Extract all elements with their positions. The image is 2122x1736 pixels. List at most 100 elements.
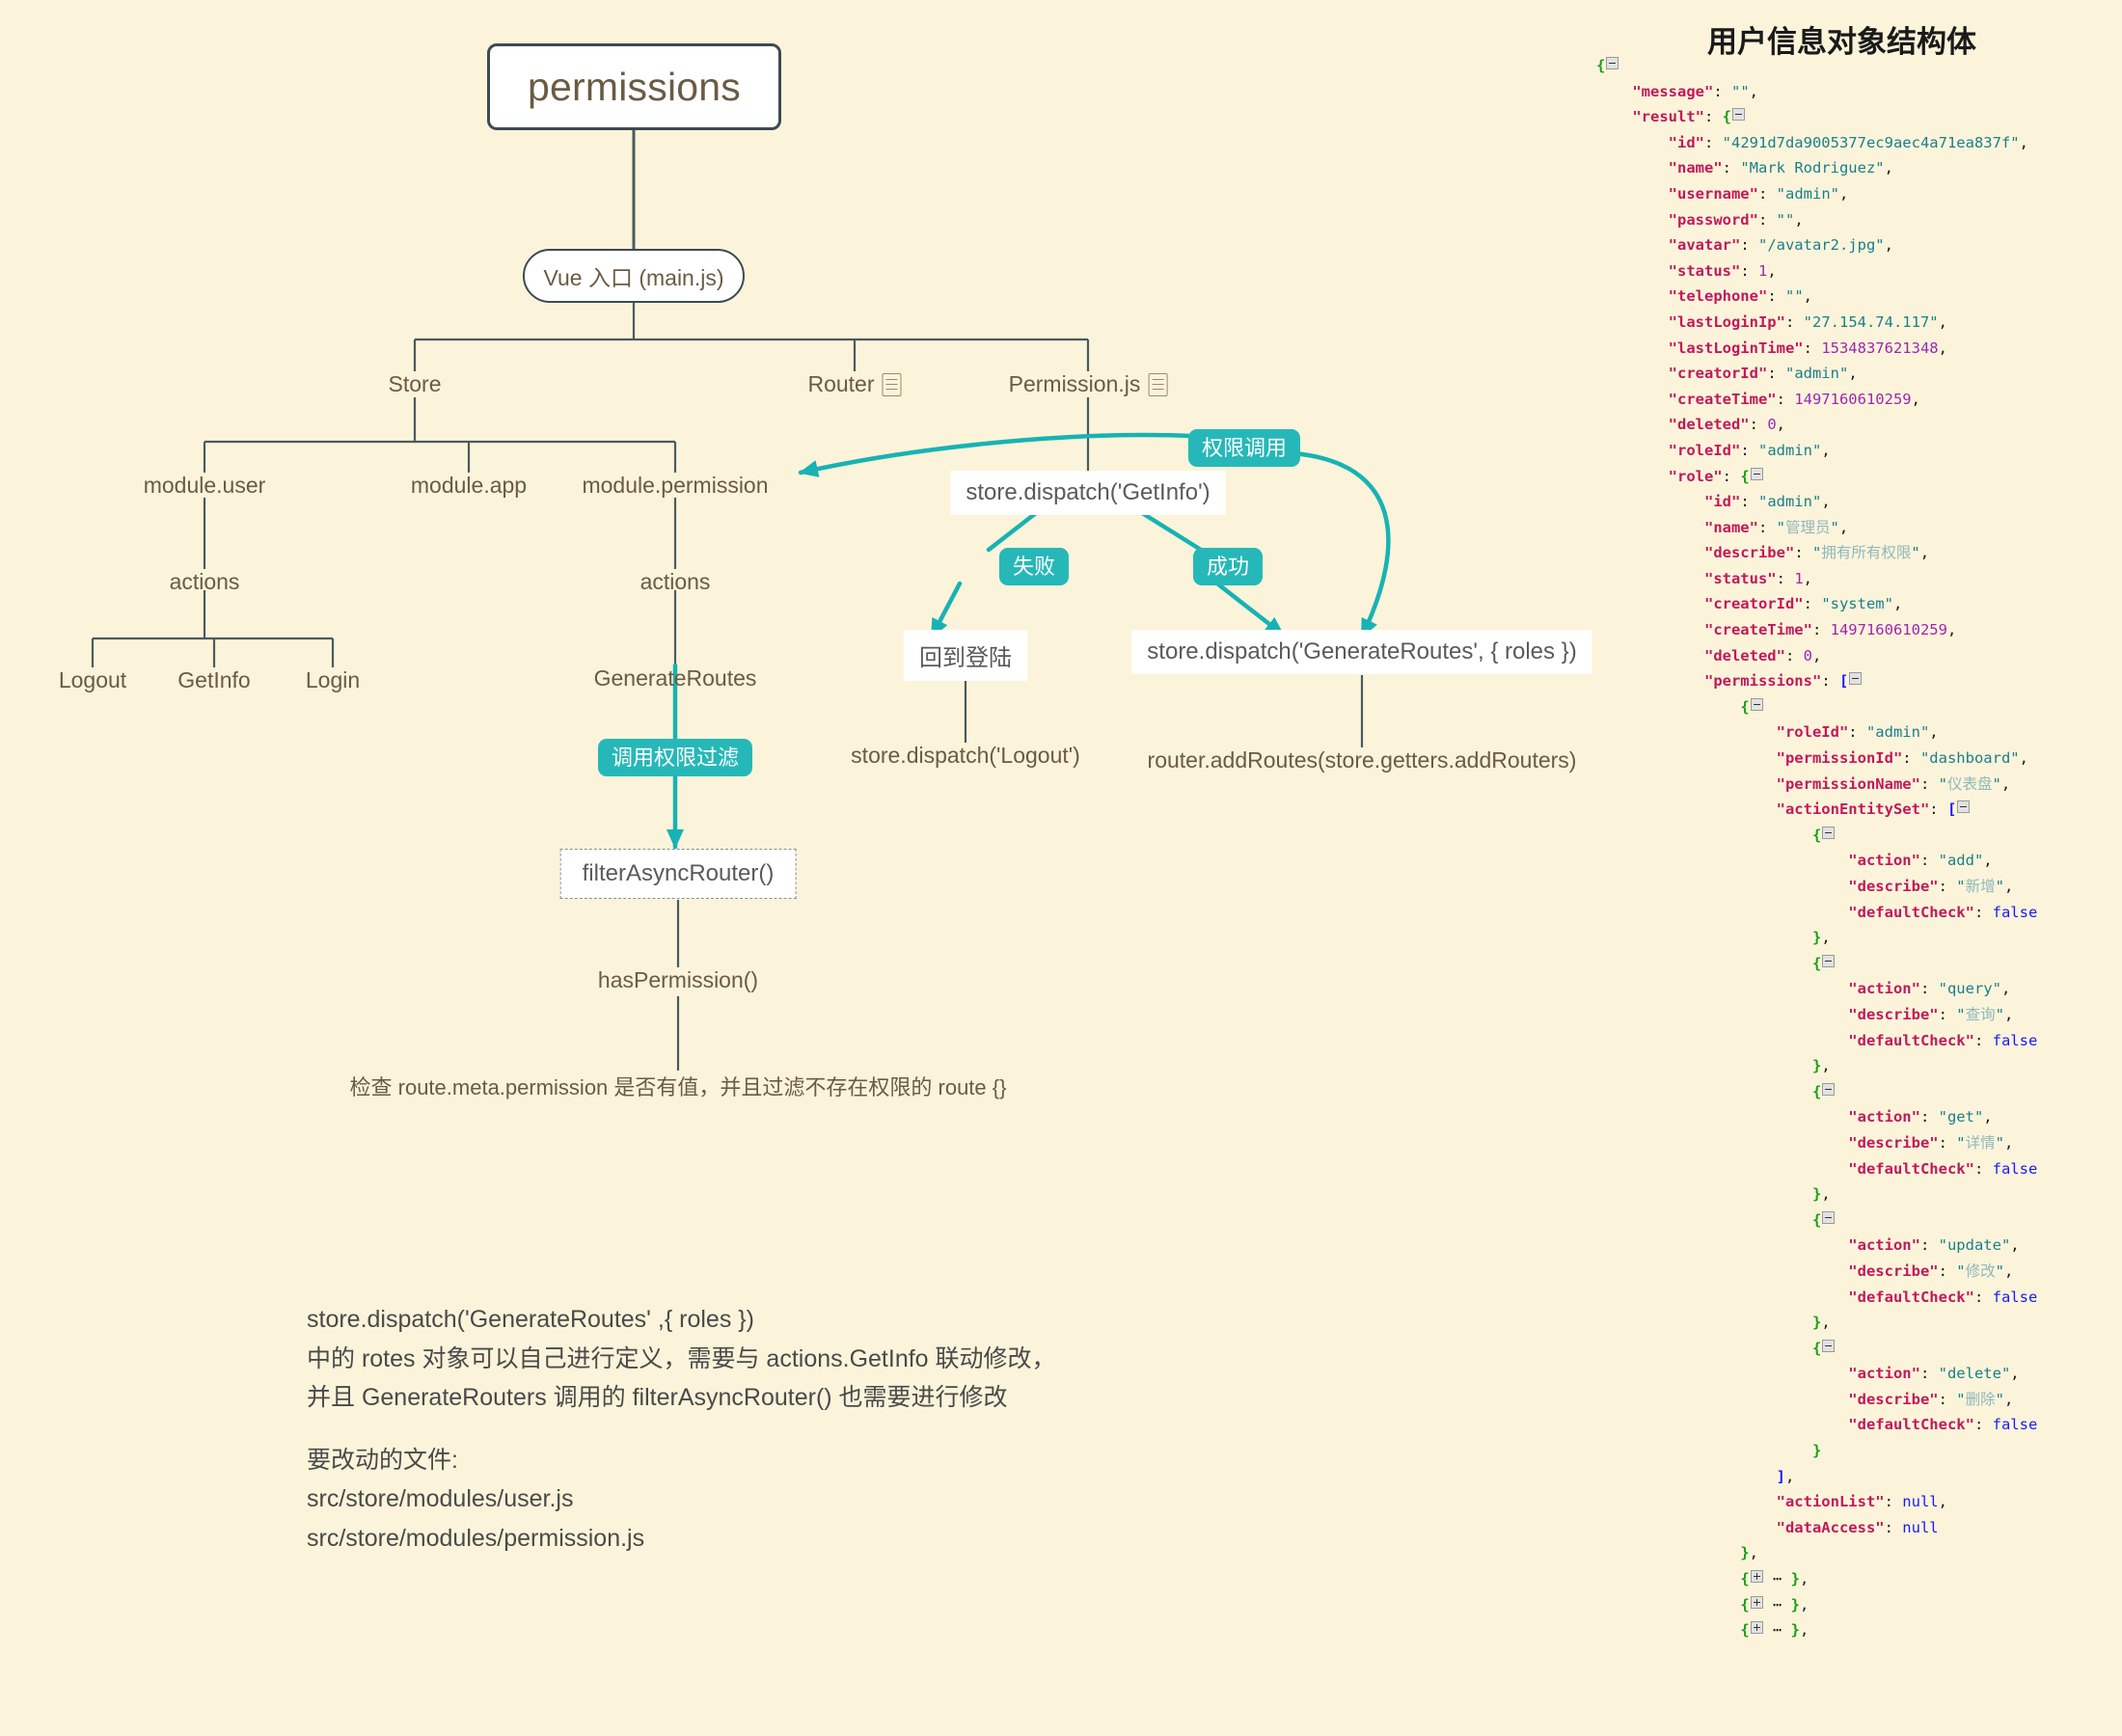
json-token: : — [1973, 903, 1993, 921]
json-token: } — [1811, 929, 1822, 947]
json-token: : — [1740, 236, 1758, 255]
json-token: "action" — [1848, 1108, 1920, 1126]
node-router[interactable]: Router — [807, 371, 902, 397]
json-token: : — [1794, 544, 1812, 562]
node-module-permission[interactable]: module.permission — [582, 473, 768, 499]
json-token: null — [1902, 1493, 1939, 1511]
node-module-app[interactable]: module.app — [411, 473, 527, 499]
collapse-toggle-icon[interactable] — [1822, 1339, 1836, 1352]
json-token: : — [1811, 621, 1831, 639]
node-generate-routes[interactable]: GenerateRoutes — [594, 665, 757, 692]
json-line: "action": "delete", — [1596, 1361, 2037, 1387]
collapse-toggle-icon[interactable] — [1957, 800, 1971, 814]
node-vue-entry[interactable]: Vue 入口 (main.js) — [523, 249, 745, 303]
json-token: { — [1811, 954, 1822, 972]
json-token: " — [1956, 1133, 1966, 1152]
json-token: 1497160610259 — [1830, 621, 1947, 639]
has-permission-annotation: 检查 route.meta.permission 是否有值，并且过滤不存在权限的… — [349, 1075, 1007, 1099]
collapse-toggle-icon[interactable] — [1750, 697, 1763, 711]
node-vue-entry-label: Vue 入口 (main.js) — [543, 265, 724, 290]
json-line: { — [1596, 1079, 2037, 1105]
node-action-getinfo[interactable]: GetInfo — [177, 667, 250, 693]
node-permission-actions[interactable]: actions — [640, 569, 711, 595]
json-token: "permissionName" — [1776, 774, 1920, 793]
badge-call-permission-filter[interactable]: 调用权限过滤 — [597, 739, 753, 777]
json-line: "describe": "查询", — [1596, 1002, 2037, 1028]
collapse-toggle-icon[interactable] — [1732, 108, 1745, 122]
json-token: "status" — [1668, 261, 1741, 280]
json-token: "message" — [1632, 82, 1714, 100]
collapse-toggle-icon[interactable] — [1606, 57, 1619, 69]
json-line: ], — [1596, 1464, 2037, 1490]
json-token: : — [1740, 441, 1758, 459]
json-token: 仪表盘 — [1946, 774, 1993, 793]
json-line: "password": "", — [1596, 207, 2037, 233]
json-token: " — [1995, 1133, 2004, 1152]
json-token: ⋯ — [1763, 1570, 1791, 1588]
expand-toggle-icon[interactable] — [1750, 1595, 1763, 1609]
node-logout-dispatch[interactable]: store.dispatch('Logout') — [851, 743, 1080, 769]
json-line: "action": "update", — [1596, 1233, 2037, 1259]
node-has-permission[interactable]: hasPermission() — [598, 967, 758, 993]
node-generate-routes-dispatch[interactable]: store.dispatch('GenerateRoutes', { roles… — [1131, 630, 1592, 674]
json-token: "lastLoginTime" — [1668, 339, 1804, 357]
collapse-toggle-icon[interactable] — [1822, 1082, 1836, 1096]
json-token: "actionList" — [1776, 1493, 1885, 1511]
node-filter-async-router[interactable]: filterAsyncRouter() — [559, 849, 797, 899]
json-line: "creatorId": "admin", — [1596, 361, 2037, 387]
json-token: "name" — [1668, 159, 1723, 177]
json-line: "actionList": null, — [1596, 1489, 2037, 1515]
node-get-info-dispatch[interactable]: store.dispatch('GetInfo') — [950, 471, 1226, 515]
badge-success-label: 成功 — [1206, 555, 1250, 579]
collapse-toggle-icon[interactable] — [1750, 467, 1763, 480]
json-line: } — [1596, 1438, 2037, 1464]
expand-toggle-icon[interactable] — [1750, 1621, 1763, 1635]
node-user-actions[interactable]: actions — [170, 569, 240, 595]
badge-permission-call[interactable]: 权限调用 — [1187, 429, 1301, 468]
note-icon — [1148, 372, 1168, 396]
json-token: { — [1740, 467, 1750, 485]
json-token: "deleted" — [1703, 646, 1785, 665]
json-line: "roleId": "admin", — [1596, 438, 2037, 464]
node-filter-async-router-label: filterAsyncRouter() — [582, 860, 775, 886]
json-token: " — [1995, 878, 2004, 895]
json-line: { — [1596, 1207, 2037, 1234]
collapse-toggle-icon[interactable] — [1822, 954, 1836, 967]
json-token: : — [1767, 287, 1785, 306]
json-token: 1497160610259 — [1794, 390, 1912, 408]
root-node-permissions[interactable]: permissions — [487, 43, 781, 130]
json-token: "id" — [1668, 133, 1704, 151]
json-token: "defaultCheck" — [1848, 903, 1974, 921]
json-token: : — [1919, 980, 1939, 998]
json-line: "telephone": "", — [1596, 284, 2037, 310]
node-add-routes[interactable]: router.addRoutes(store.getters.addRouter… — [1148, 747, 1577, 773]
json-token: : — [1757, 210, 1777, 229]
json-token: "update" — [1938, 1236, 2011, 1255]
collapse-toggle-icon[interactable] — [1849, 672, 1863, 686]
node-back-to-login[interactable]: 回到登陆 — [904, 630, 1027, 681]
expand-toggle-icon[interactable] — [1750, 1570, 1763, 1584]
json-token: "dataAccess" — [1776, 1518, 1885, 1536]
badge-success[interactable]: 成功 — [1192, 548, 1264, 586]
json-line: { — [1596, 53, 2037, 79]
badge-fail[interactable]: 失败 — [998, 548, 1070, 586]
json-line: "status": 1, — [1596, 566, 2037, 592]
json-token: "add" — [1938, 852, 1984, 870]
json-token: : — [1821, 672, 1839, 691]
json-token: , — [1919, 544, 1930, 562]
collapse-toggle-icon[interactable] — [1822, 826, 1836, 839]
node-store[interactable]: Store — [389, 371, 442, 397]
json-token: , — [1821, 1185, 1831, 1204]
json-token: } — [1811, 1185, 1822, 1204]
node-action-logout[interactable]: Logout — [59, 667, 126, 693]
json-token: { — [1740, 1621, 1750, 1640]
node-permission-js[interactable]: Permission.js — [1009, 371, 1168, 397]
node-module-user[interactable]: module.user — [144, 473, 266, 499]
json-token: } — [1811, 1442, 1822, 1460]
json-token: "createTime" — [1668, 390, 1777, 408]
json-token: "role" — [1668, 467, 1723, 485]
node-action-login[interactable]: Login — [306, 667, 360, 693]
node-generate-routes-dispatch-label: store.dispatch('GenerateRoutes', { roles… — [1147, 638, 1577, 665]
json-line: "describe": "新增", — [1596, 874, 2037, 900]
collapse-toggle-icon[interactable] — [1822, 1210, 1836, 1224]
